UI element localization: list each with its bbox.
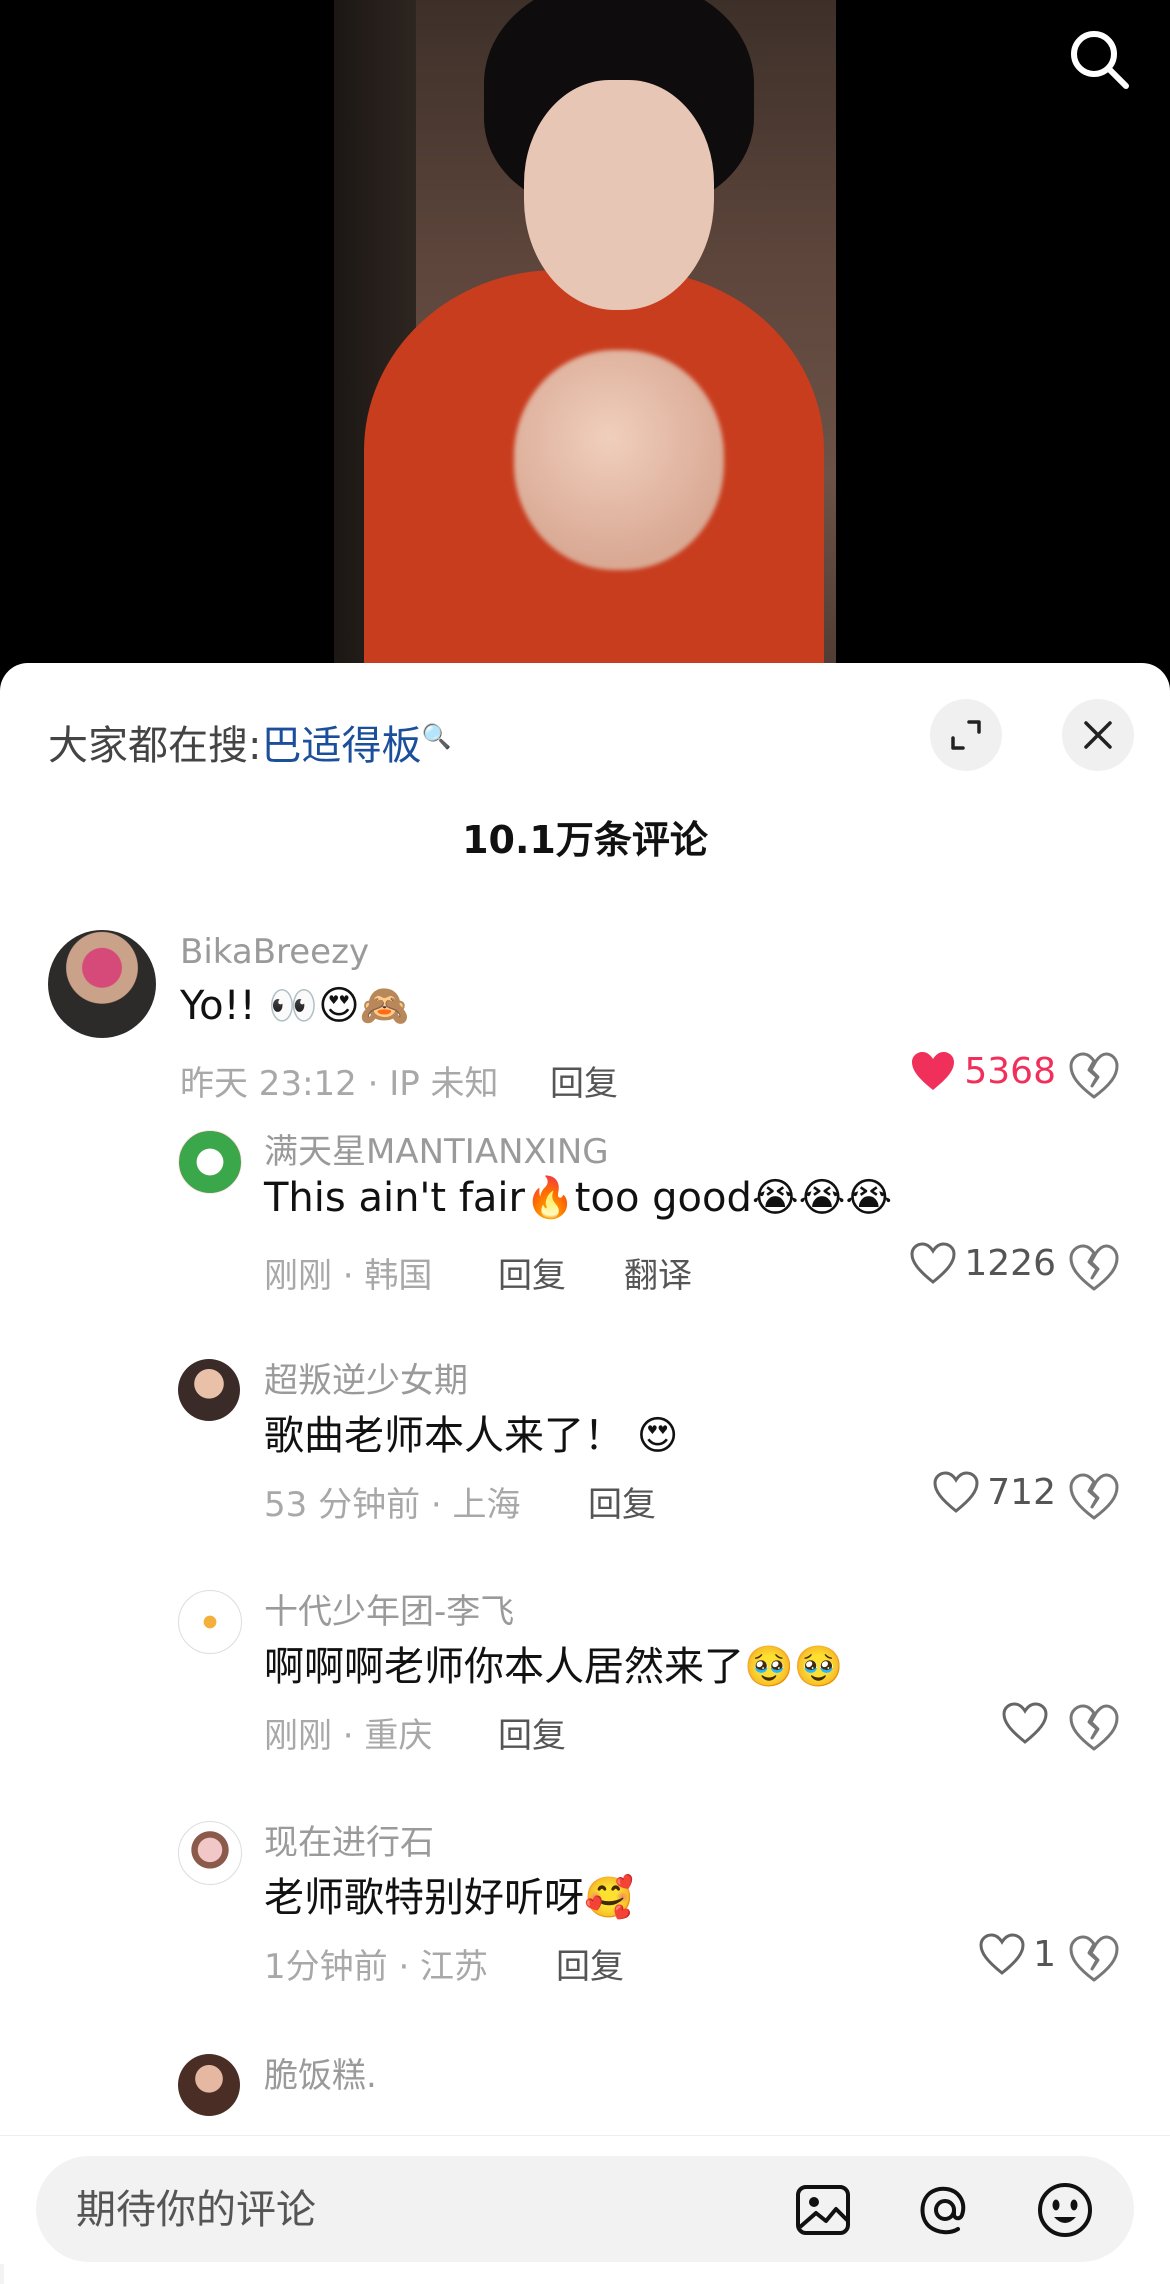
heart-icon [910,1242,956,1284]
reply-button[interactable]: 回复 [588,1477,656,1526]
avatar[interactable] [178,1359,240,1421]
reply-button[interactable]: 回复 [498,1708,566,1757]
reply-button[interactable]: 回复 [550,1056,618,1105]
comment-text: 老师歌特别好听呀🥰 [264,1875,634,1921]
image-icon[interactable] [794,2181,852,2239]
heart-icon [979,1933,1025,1975]
video-frame [334,0,836,680]
close-icon [1084,721,1112,749]
comment-input-bar [0,2135,1170,2284]
comment-text: This ain't fair🔥too good😭😭😭 [264,1175,893,1221]
like-count: 5368 [964,1050,1056,1092]
video-person-face [524,80,714,310]
close-button[interactable] [1062,699,1134,771]
video-person-fist [514,350,724,570]
comment-username[interactable]: 满天星MANTIANXING [264,1124,609,1173]
comment-text: 歌曲老师本人来了！ 😍 [264,1413,679,1459]
comment-meta: 刚刚 · 重庆 [264,1716,433,1756]
like-button[interactable]: 1 [979,1933,1056,1975]
avatar[interactable] [48,930,156,1038]
dislike-icon[interactable] [1068,1702,1120,1754]
video-player[interactable] [0,0,1170,700]
search-icon[interactable] [1064,24,1134,94]
reply-button[interactable]: 回复 [498,1248,566,1297]
expand-icon [951,720,981,750]
dislike-icon[interactable] [1068,1933,1120,1985]
avatar[interactable] [178,1590,242,1654]
heart-filled-icon [912,1052,955,1090]
emoji-icon[interactable] [1036,2181,1094,2239]
comment-username[interactable]: 十代少年团-李飞 [264,1584,514,1633]
dislike-icon[interactable] [1068,1050,1120,1102]
reply-button[interactable]: 回复 [556,1939,624,1988]
comment-count: 10.1万条评论 [462,818,708,862]
comment-username[interactable]: 现在进行石 [264,1815,434,1864]
heart-icon [1002,1702,1048,1744]
home-indicator [0,2264,1170,2284]
like-count: 1226 [964,1242,1056,1284]
comment-text: 啊啊啊老师你本人居然来了🥹🥹 [264,1644,844,1690]
trending-term-link[interactable]: 巴适得板 [261,723,421,769]
avatar[interactable] [178,2054,240,2116]
comments-sheet: 大家都在搜:巴适得板🔍 10.1万条评论 BikaBreezy Yo!! 👀😍🙈… [0,663,1170,2283]
like-count: 1 [1033,1933,1056,1975]
comment-username[interactable]: BikaBreezy [180,932,369,972]
comment-meta: 昨天 23:12 · IP 未知 [180,1064,499,1104]
heart-icon [933,1471,979,1513]
like-button[interactable]: 712 [933,1471,1056,1513]
like-button[interactable]: 1226 [910,1242,1056,1284]
trending-search-icon: 🔍 [421,722,452,751]
comment-text: Yo!! 👀😍🙈 [180,983,410,1029]
comment-meta: 刚刚 · 韩国 [264,1256,433,1296]
trending-search[interactable]: 大家都在搜:巴适得板🔍 [48,713,451,771]
comment-username[interactable]: 脆饭糕. [264,2048,377,2097]
translate-button[interactable]: 翻译 [624,1248,692,1297]
comment-input-pill[interactable] [36,2156,1134,2264]
expand-button[interactable] [930,699,1002,771]
at-icon[interactable] [916,2181,974,2239]
avatar[interactable] [178,1130,242,1194]
like-button[interactable]: 5368 [910,1050,1056,1092]
like-button[interactable] [1002,1702,1056,1744]
dislike-icon[interactable] [1068,1242,1120,1294]
comment-meta: 53 分钟前 · 上海 [264,1485,521,1525]
comment-meta: 1分钟前 · 江苏 [264,1947,489,1987]
dislike-icon[interactable] [1068,1471,1120,1523]
avatar[interactable] [178,1821,242,1885]
trending-prefix: 大家都在搜: [48,723,262,769]
like-count: 712 [987,1471,1056,1513]
comment-input[interactable] [74,2156,778,2264]
comment-username[interactable]: 超叛逆少女期 [264,1353,468,1402]
